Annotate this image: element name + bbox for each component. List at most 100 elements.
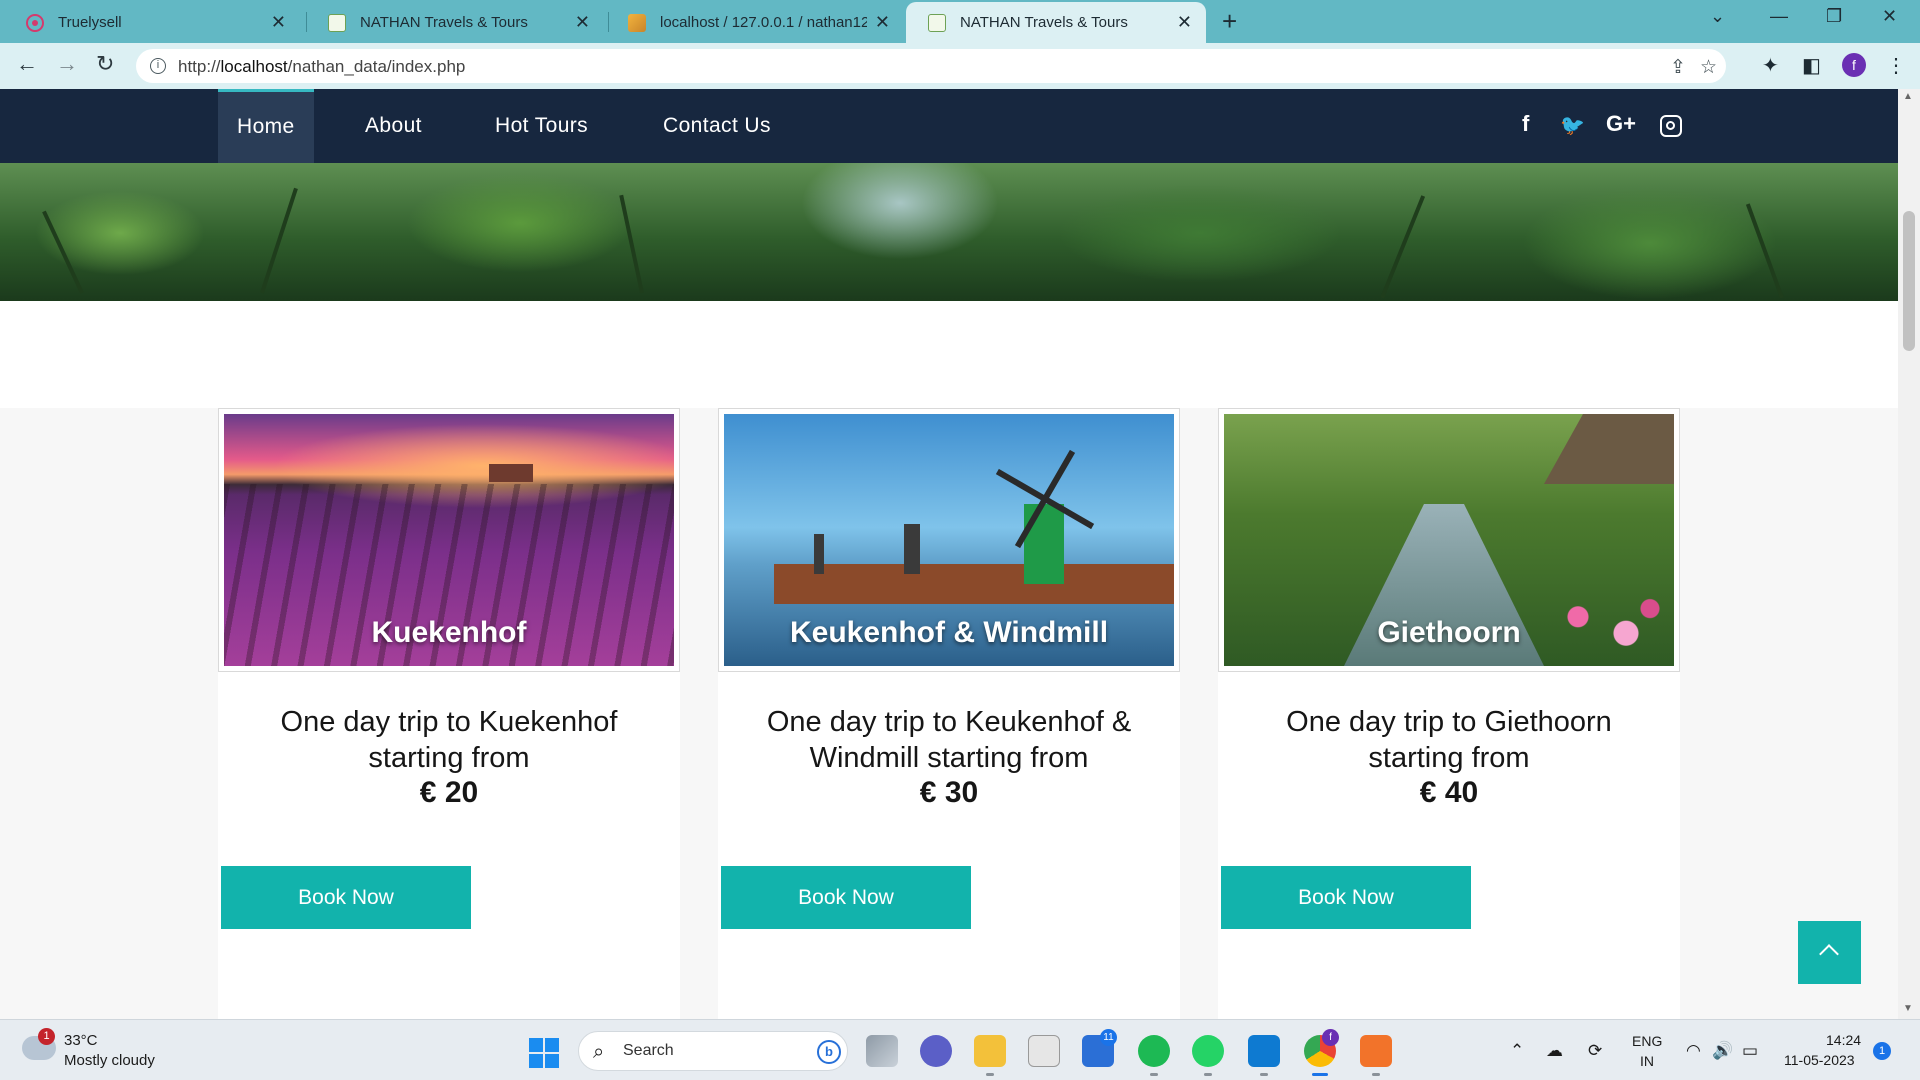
close-tab-icon[interactable]: ✕ xyxy=(575,12,590,33)
tulip-field-photo[interactable]: Kuekenhof xyxy=(224,414,674,666)
url-host: localhost xyxy=(220,57,288,76)
chrome-icon[interactable]: f xyxy=(1304,1029,1339,1076)
vscode-icon[interactable] xyxy=(1248,1035,1280,1076)
tour-photo-frame: Kuekenhof xyxy=(218,408,680,672)
tab-truelysell[interactable]: Truelysell ✕ xyxy=(4,2,300,43)
language-code[interactable]: ENG xyxy=(1632,1033,1662,1049)
profile-avatar[interactable]: f xyxy=(1842,53,1866,77)
scrollbar-thumb[interactable] xyxy=(1903,211,1915,351)
tab-nathan-travels[interactable]: NATHAN Travels & Tours ✕ xyxy=(306,2,604,43)
book-now-button[interactable]: Book Now xyxy=(721,866,971,929)
tab-title: NATHAN Travels & Tours xyxy=(960,14,1128,31)
browser-toolbar: ← → ↻ i http://localhost/nathan_data/ind… xyxy=(0,43,1920,89)
close-tab-icon[interactable]: ✕ xyxy=(875,12,890,33)
palm-frond xyxy=(619,194,644,294)
tab-search-chevron-icon[interactable]: ⌄ xyxy=(1710,6,1725,27)
teams-icon[interactable]: 11 xyxy=(1082,1029,1117,1067)
palm-frond xyxy=(1745,203,1784,299)
volume-icon[interactable]: 🔊 xyxy=(1712,1041,1733,1061)
xampp-icon[interactable] xyxy=(1360,1035,1392,1076)
microsoft-store-icon[interactable] xyxy=(1028,1035,1060,1067)
teams-notification-badge: 11 xyxy=(1100,1029,1117,1046)
nav-contact-us[interactable]: Contact Us xyxy=(644,89,790,163)
tab-title: localhost / 127.0.0.1 / nathan123 xyxy=(660,14,867,31)
url-text[interactable]: http://localhost/nathan_data/index.php xyxy=(178,57,465,77)
hero-banner-image xyxy=(0,163,1898,301)
google-plus-icon[interactable]: G+ xyxy=(1606,111,1636,137)
twitter-icon[interactable]: 🐦 xyxy=(1560,113,1585,138)
back-arrow-icon[interactable]: ← xyxy=(16,51,38,77)
scroll-to-top-button[interactable] xyxy=(1798,921,1861,984)
minimize-icon[interactable]: — xyxy=(1770,6,1788,27)
windows-start-icon[interactable] xyxy=(529,1038,559,1068)
show-hidden-icons-chevron-icon[interactable]: ⌃ xyxy=(1510,1041,1524,1061)
tour-card-keukenhof-windmill: Keukenhof & Windmill One day trip to Keu… xyxy=(718,408,1180,1019)
spotify-icon[interactable] xyxy=(1138,1035,1170,1076)
task-view-icon[interactable] xyxy=(866,1035,898,1067)
book-now-button[interactable]: Book Now xyxy=(221,866,471,929)
onedrive-cloud-icon[interactable]: ☁ xyxy=(1546,1041,1563,1061)
close-tab-icon[interactable]: ✕ xyxy=(1177,12,1192,33)
tab-nathan-travels-active[interactable]: NATHAN Travels & Tours ✕ xyxy=(906,2,1206,43)
weather-alert-badge: 1 xyxy=(38,1028,55,1045)
clock-time[interactable]: 14:24 xyxy=(1826,1032,1861,1048)
truelysell-favicon-icon xyxy=(26,13,44,32)
close-tab-icon[interactable]: ✕ xyxy=(271,12,286,33)
tour-photo-label: Keukenhof & Windmill xyxy=(789,616,1109,649)
side-panel-icon[interactable]: ◧ xyxy=(1802,53,1821,78)
taskbar-search-box[interactable]: ⌕ Search b xyxy=(578,1031,848,1071)
close-window-icon[interactable]: ✕ xyxy=(1882,6,1897,27)
battery-icon[interactable]: ▭ xyxy=(1742,1041,1758,1061)
share-icon[interactable]: ⇪ xyxy=(1670,56,1686,79)
tour-card-giethoorn: Giethoorn One day trip to Giethoorn star… xyxy=(1218,408,1680,1019)
nav-home[interactable]: Home xyxy=(218,89,314,163)
tour-photo-label: Giethoorn xyxy=(1377,616,1521,649)
bing-icon[interactable]: b xyxy=(817,1040,841,1064)
barn-silhouette xyxy=(489,464,533,482)
bookmark-star-icon[interactable]: ☆ xyxy=(1700,56,1717,79)
wifi-icon[interactable]: ◠ xyxy=(1686,1041,1701,1061)
address-bar[interactable]: i http://localhost/nathan_data/index.php… xyxy=(136,49,1726,83)
windmill-small xyxy=(814,534,824,574)
tour-photo-label: Kuekenhof xyxy=(371,616,527,649)
page-scrollbar[interactable]: ▲ ▼ xyxy=(1898,89,1920,1019)
file-explorer-icon[interactable] xyxy=(974,1035,1006,1076)
weather-description[interactable]: Mostly cloudy xyxy=(64,1052,155,1069)
canal-village-photo[interactable]: Giethoorn xyxy=(1224,414,1674,666)
tab-title: Truelysell xyxy=(58,14,122,31)
nathan-favicon-icon xyxy=(928,13,946,32)
clock-date[interactable]: 11-05-2023 xyxy=(1784,1052,1855,1068)
extensions-puzzle-icon[interactable]: ✦ xyxy=(1762,53,1779,78)
forward-arrow-icon[interactable]: → xyxy=(56,51,78,77)
new-tab-button[interactable]: + xyxy=(1222,6,1237,37)
book-now-button[interactable]: Book Now xyxy=(1221,866,1471,929)
phpmyadmin-favicon-icon xyxy=(628,13,646,32)
tab-title: NATHAN Travels & Tours xyxy=(360,14,528,31)
teams-chat-icon[interactable] xyxy=(920,1035,952,1067)
notification-center-badge[interactable]: 1 xyxy=(1873,1042,1891,1060)
palm-frond xyxy=(260,187,298,294)
facebook-icon[interactable]: f xyxy=(1522,111,1529,137)
language-region[interactable]: IN xyxy=(1640,1053,1654,1069)
scroll-down-arrow-icon[interactable]: ▼ xyxy=(1903,1003,1913,1014)
restore-icon[interactable]: ❐ xyxy=(1826,6,1842,27)
tour-photo-frame: Giethoorn xyxy=(1218,408,1680,672)
nav-hot-tours[interactable]: Hot Tours xyxy=(476,89,607,163)
tour-photo-frame: Keukenhof & Windmill xyxy=(718,408,1180,672)
reload-icon[interactable]: ↻ xyxy=(96,51,114,77)
tour-price: € 20 xyxy=(419,776,479,809)
windmill-green xyxy=(1024,504,1064,584)
taskbar-search-label: Search xyxy=(623,1042,674,1059)
windmill-photo[interactable]: Keukenhof & Windmill xyxy=(724,414,1174,666)
site-info-icon[interactable]: i xyxy=(150,58,166,74)
sync-icon[interactable]: ⟳ xyxy=(1588,1041,1602,1061)
chrome-profile-badge: f xyxy=(1322,1029,1339,1046)
menu-kebab-icon[interactable]: ⋮ xyxy=(1886,53,1906,78)
tab-phpmyadmin[interactable]: localhost / 127.0.0.1 / nathan123 ✕ xyxy=(606,2,904,43)
weather-temperature[interactable]: 33°C xyxy=(64,1032,98,1049)
whatsapp-icon[interactable] xyxy=(1192,1035,1224,1076)
scroll-up-arrow-icon[interactable]: ▲ xyxy=(1903,91,1913,102)
tour-card-kuekenhof: Kuekenhof One day trip to Kuekenhof star… xyxy=(218,408,680,1019)
nav-about[interactable]: About xyxy=(346,89,441,163)
instagram-icon[interactable] xyxy=(1660,115,1682,137)
